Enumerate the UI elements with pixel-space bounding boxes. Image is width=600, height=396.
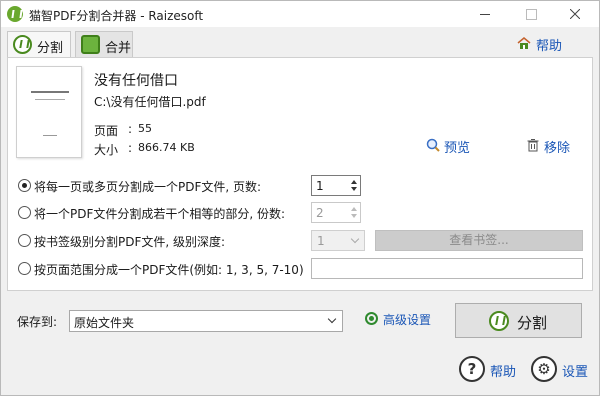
spinner-up-icon[interactable] <box>351 180 357 184</box>
split-button-label: 分割 <box>517 314 548 332</box>
split-panel: 没有任何借口 C:\没有任何借口.pdf 页面 : 55 大小 : 866.74… <box>7 57 593 291</box>
pages-value: 55 <box>138 122 152 135</box>
spinner-down-icon[interactable] <box>351 214 357 218</box>
chevron-down-icon <box>350 234 360 244</box>
size-label: 大小 <box>94 143 119 157</box>
page-range-input[interactable] <box>311 258 583 279</box>
save-to-select[interactable]: 原始文件夹 <box>69 310 343 332</box>
target-icon <box>365 312 378 325</box>
spinner-down-icon[interactable] <box>351 187 357 191</box>
option-equal-parts-label: 将一个PDF文件分割成若干个相等的部分, 份数: <box>34 207 286 221</box>
tab-split-label: 分割 <box>37 41 64 56</box>
question-icon: ? <box>459 356 485 382</box>
document-title: 没有任何借口 <box>94 73 178 89</box>
trash-icon <box>527 139 539 152</box>
option-pages-per-file-radio[interactable] <box>18 179 31 192</box>
footer-help-label: 帮助 <box>490 365 517 380</box>
preview-label: 预览 <box>444 141 471 156</box>
pages-label: 页面 <box>94 124 119 138</box>
top-help-label: 帮助 <box>536 39 563 54</box>
split-button[interactable]: 分割 <box>455 303 582 338</box>
spinner-up-icon[interactable] <box>351 207 357 211</box>
option-page-range-label: 按页面范围分成一个PDF文件(例如: 1, 3, 5, 7-10) <box>34 263 304 277</box>
footer-settings-label: 设置 <box>562 365 589 380</box>
option-bookmark-level-label: 按书签级别分割PDF文件, 级别深度: <box>34 235 226 249</box>
document-path: C:\没有任何借口.pdf <box>94 95 206 109</box>
merge-icon <box>81 35 100 54</box>
save-to-label: 保存到: <box>17 315 58 329</box>
close-button[interactable] <box>553 1 597 27</box>
maximize-button[interactable] <box>509 1 553 27</box>
scissors-icon <box>13 35 32 54</box>
tab-merge[interactable]: 合并 <box>75 31 133 57</box>
bookmark-depth-select[interactable]: 1 <box>311 230 365 251</box>
gear-icon: ⚙ <box>531 356 557 382</box>
title-bar: 猫智PDF分割合并器 - Raizesoft <box>1 1 599 27</box>
chevron-down-icon <box>327 314 337 324</box>
size-value: 866.74 KB <box>138 141 195 154</box>
remove-label: 移除 <box>544 141 571 156</box>
window-title: 猫智PDF分割合并器 - Raizesoft <box>29 9 204 23</box>
scissors-icon <box>489 311 509 331</box>
magnifier-icon <box>426 138 440 152</box>
close-icon <box>569 8 581 20</box>
app-window: 猫智PDF分割合并器 - Raizesoft 分割 合并 帮助 没有任何借口 C… <box>0 0 600 396</box>
app-logo-icon <box>7 6 23 22</box>
save-to-value: 原始文件夹 <box>74 316 135 330</box>
option-equal-parts-radio[interactable] <box>18 206 31 219</box>
equal-parts-spinner[interactable]: 2 <box>311 202 361 223</box>
tab-split[interactable]: 分割 <box>7 31 71 58</box>
minimize-button[interactable] <box>463 1 507 27</box>
option-pages-per-file-label: 将每一页或多页分割成一个PDF文件, 页数: <box>34 180 262 194</box>
pages-per-file-spinner[interactable]: 1 <box>311 175 361 196</box>
view-bookmarks-button[interactable]: 查看书签... <box>375 230 583 251</box>
advanced-settings-label: 高级设置 <box>383 313 432 327</box>
option-page-range-radio[interactable] <box>18 262 31 275</box>
pdf-thumbnail <box>16 66 82 158</box>
house-icon <box>517 37 531 49</box>
option-bookmark-level-radio[interactable] <box>18 234 31 247</box>
tab-merge-label: 合并 <box>105 41 132 56</box>
